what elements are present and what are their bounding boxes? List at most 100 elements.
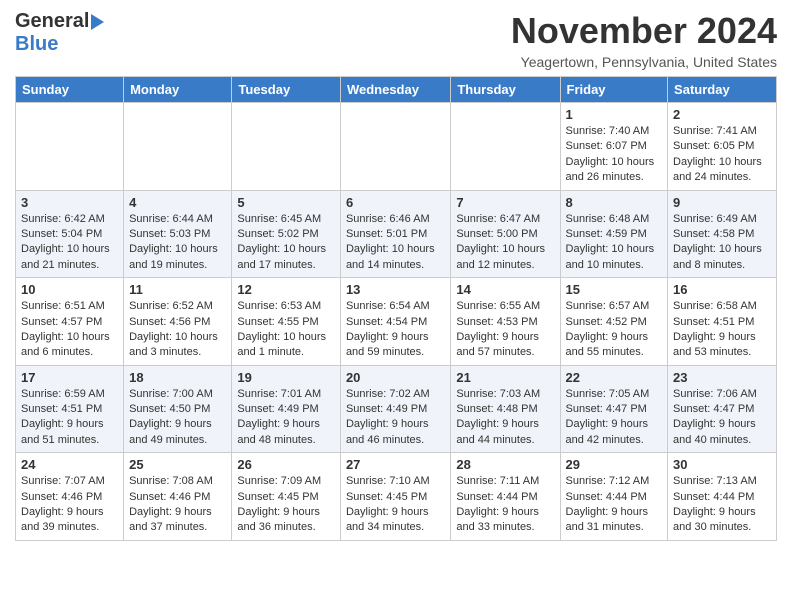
day-number: 1 — [566, 107, 663, 122]
table-row: 8 Sunrise: 6:48 AMSunset: 4:59 PMDaylight… — [560, 190, 668, 278]
day-info: Sunrise: 7:40 AMSunset: 6:07 PMDaylight:… — [566, 124, 663, 186]
day-info: Sunrise: 7:08 AMSunset: 4:46 PMDaylight:… — [129, 474, 226, 536]
day-info: Sunrise: 7:10 AMSunset: 4:45 PMDaylight:… — [346, 474, 445, 536]
table-row: 21 Sunrise: 7:03 AMSunset: 4:48 PMDayligh… — [451, 365, 560, 453]
day-info: Sunrise: 7:02 AMSunset: 4:49 PMDaylight:… — [346, 387, 445, 449]
calendar-week-row: 17 Sunrise: 6:59 AMSunset: 4:51 PMDayligh… — [16, 365, 777, 453]
table-row: 23 Sunrise: 7:06 AMSunset: 4:47 PMDayligh… — [668, 365, 777, 453]
day-info: Sunrise: 7:09 AMSunset: 4:45 PMDaylight:… — [237, 474, 335, 536]
col-tuesday: Tuesday — [232, 77, 341, 103]
page-container: General Blue November 2024 Yeagertown, P… — [0, 0, 792, 551]
table-row — [232, 103, 341, 191]
table-row: 24Sunrise: 7:07 AMSunset: 4:46 PMDayligh… — [16, 453, 124, 541]
day-number: 25 — [129, 457, 226, 472]
day-info: Sunrise: 7:12 AMSunset: 4:44 PMDaylight:… — [566, 474, 663, 536]
day-info: Sunrise: 6:59 AMSunset: 4:51 PMDaylight:… — [21, 387, 118, 449]
table-row: 27 Sunrise: 7:10 AMSunset: 4:45 PMDayligh… — [340, 453, 450, 541]
table-row: 29 Sunrise: 7:12 AMSunset: 4:44 PMDayligh… — [560, 453, 668, 541]
table-row: 15 Sunrise: 6:57 AMSunset: 4:52 PMDayligh… — [560, 278, 668, 366]
calendar-table: Sunday Monday Tuesday Wednesday Thursday… — [15, 76, 777, 541]
day-number: 8 — [566, 195, 663, 210]
day-info: Sunrise: 7:07 AMSunset: 4:46 PMDaylight:… — [21, 474, 118, 536]
day-number: 18 — [129, 370, 226, 385]
day-number: 2 — [673, 107, 771, 122]
day-info: Sunrise: 6:44 AMSunset: 5:03 PMDaylight:… — [129, 212, 226, 274]
table-row: 3 Sunrise: 6:42 AMSunset: 5:04 PMDaylight… — [16, 190, 124, 278]
day-info: Sunrise: 7:41 AMSunset: 6:05 PMDaylight:… — [673, 124, 771, 186]
table-row: 28 Sunrise: 7:11 AMSunset: 4:44 PMDayligh… — [451, 453, 560, 541]
day-number: 17 — [21, 370, 118, 385]
col-saturday: Saturday — [668, 77, 777, 103]
table-row: 16 Sunrise: 6:58 AMSunset: 4:51 PMDayligh… — [668, 278, 777, 366]
table-row — [16, 103, 124, 191]
day-number: 16 — [673, 282, 771, 297]
day-number: 13 — [346, 282, 445, 297]
table-row — [340, 103, 450, 191]
day-info: Sunrise: 7:11 AMSunset: 4:44 PMDaylight:… — [456, 474, 554, 536]
day-number: 7 — [456, 195, 554, 210]
day-info: Sunrise: 7:01 AMSunset: 4:49 PMDaylight:… — [237, 387, 335, 449]
table-row: 30 Sunrise: 7:13 AMSunset: 4:44 PMDayligh… — [668, 453, 777, 541]
day-number: 20 — [346, 370, 445, 385]
location: Yeagertown, Pennsylvania, United States — [511, 54, 777, 70]
table-row: 1 Sunrise: 7:40 AMSunset: 6:07 PMDaylight… — [560, 103, 668, 191]
table-row: 14Sunrise: 6:55 AMSunset: 4:53 PMDayligh… — [451, 278, 560, 366]
day-info: Sunrise: 6:51 AMSunset: 4:57 PMDaylight:… — [21, 299, 118, 361]
day-number: 15 — [566, 282, 663, 297]
month-title: November 2024 — [511, 10, 777, 52]
table-row: 12Sunrise: 6:53 AMSunset: 4:55 PMDayligh… — [232, 278, 341, 366]
day-info: Sunrise: 7:13 AMSunset: 4:44 PMDaylight:… — [673, 474, 771, 536]
day-info: Sunrise: 6:52 AMSunset: 4:56 PMDaylight:… — [129, 299, 226, 361]
table-row: 25 Sunrise: 7:08 AMSunset: 4:46 PMDayligh… — [124, 453, 232, 541]
table-row: 11 Sunrise: 6:52 AMSunset: 4:56 PMDayligh… — [124, 278, 232, 366]
table-row: 13 Sunrise: 6:54 AMSunset: 4:54 PMDayligh… — [340, 278, 450, 366]
calendar-week-row: 24Sunrise: 7:07 AMSunset: 4:46 PMDayligh… — [16, 453, 777, 541]
day-number: 11 — [129, 282, 226, 297]
table-row: 20 Sunrise: 7:02 AMSunset: 4:49 PMDayligh… — [340, 365, 450, 453]
table-row: 5 Sunrise: 6:45 AMSunset: 5:02 PMDaylight… — [232, 190, 341, 278]
col-monday: Monday — [124, 77, 232, 103]
day-info: Sunrise: 7:05 AMSunset: 4:47 PMDaylight:… — [566, 387, 663, 449]
col-wednesday: Wednesday — [340, 77, 450, 103]
day-number: 23 — [673, 370, 771, 385]
day-info: Sunrise: 6:57 AMSunset: 4:52 PMDaylight:… — [566, 299, 663, 361]
table-row: 7 Sunrise: 6:47 AMSunset: 5:00 PMDaylight… — [451, 190, 560, 278]
table-row: 22 Sunrise: 7:05 AMSunset: 4:47 PMDayligh… — [560, 365, 668, 453]
calendar-week-row: 10 Sunrise: 6:51 AMSunset: 4:57 PMDayligh… — [16, 278, 777, 366]
table-row: 2 Sunrise: 7:41 AMSunset: 6:05 PMDaylight… — [668, 103, 777, 191]
day-number: 12 — [237, 282, 335, 297]
day-number: 10 — [21, 282, 118, 297]
table-row: 26Sunrise: 7:09 AMSunset: 4:45 PMDayligh… — [232, 453, 341, 541]
day-info: Sunrise: 6:55 AMSunset: 4:53 PMDaylight:… — [456, 299, 554, 361]
day-number: 5 — [237, 195, 335, 210]
col-sunday: Sunday — [16, 77, 124, 103]
day-number: 27 — [346, 457, 445, 472]
day-number: 9 — [673, 195, 771, 210]
day-number: 19 — [237, 370, 335, 385]
day-info: Sunrise: 6:54 AMSunset: 4:54 PMDaylight:… — [346, 299, 445, 361]
day-number: 30 — [673, 457, 771, 472]
day-info: Sunrise: 6:47 AMSunset: 5:00 PMDaylight:… — [456, 212, 554, 274]
title-block: November 2024 Yeagertown, Pennsylvania, … — [511, 10, 777, 70]
logo: General Blue — [15, 10, 106, 56]
logo-block: General Blue — [15, 10, 106, 56]
table-row: 18 Sunrise: 7:00 AMSunset: 4:50 PMDayligh… — [124, 365, 232, 453]
day-info: Sunrise: 7:00 AMSunset: 4:50 PMDaylight:… — [129, 387, 226, 449]
day-number: 21 — [456, 370, 554, 385]
day-number: 3 — [21, 195, 118, 210]
day-info: Sunrise: 7:06 AMSunset: 4:47 PMDaylight:… — [673, 387, 771, 449]
day-info: Sunrise: 7:03 AMSunset: 4:48 PMDaylight:… — [456, 387, 554, 449]
logo-triangle-icon — [91, 14, 104, 30]
calendar-header-row: Sunday Monday Tuesday Wednesday Thursday… — [16, 77, 777, 103]
logo-general-text: General — [15, 10, 89, 33]
table-row: 6Sunrise: 6:46 AMSunset: 5:01 PMDaylight… — [340, 190, 450, 278]
day-info: Sunrise: 6:42 AMSunset: 5:04 PMDaylight:… — [21, 212, 118, 274]
table-row: 4Sunrise: 6:44 AMSunset: 5:03 PMDaylight… — [124, 190, 232, 278]
day-info: Sunrise: 6:58 AMSunset: 4:51 PMDaylight:… — [673, 299, 771, 361]
day-number: 28 — [456, 457, 554, 472]
day-number: 22 — [566, 370, 663, 385]
day-info: Sunrise: 6:45 AMSunset: 5:02 PMDaylight:… — [237, 212, 335, 274]
col-thursday: Thursday — [451, 77, 560, 103]
day-number: 29 — [566, 457, 663, 472]
day-info: Sunrise: 6:48 AMSunset: 4:59 PMDaylight:… — [566, 212, 663, 274]
